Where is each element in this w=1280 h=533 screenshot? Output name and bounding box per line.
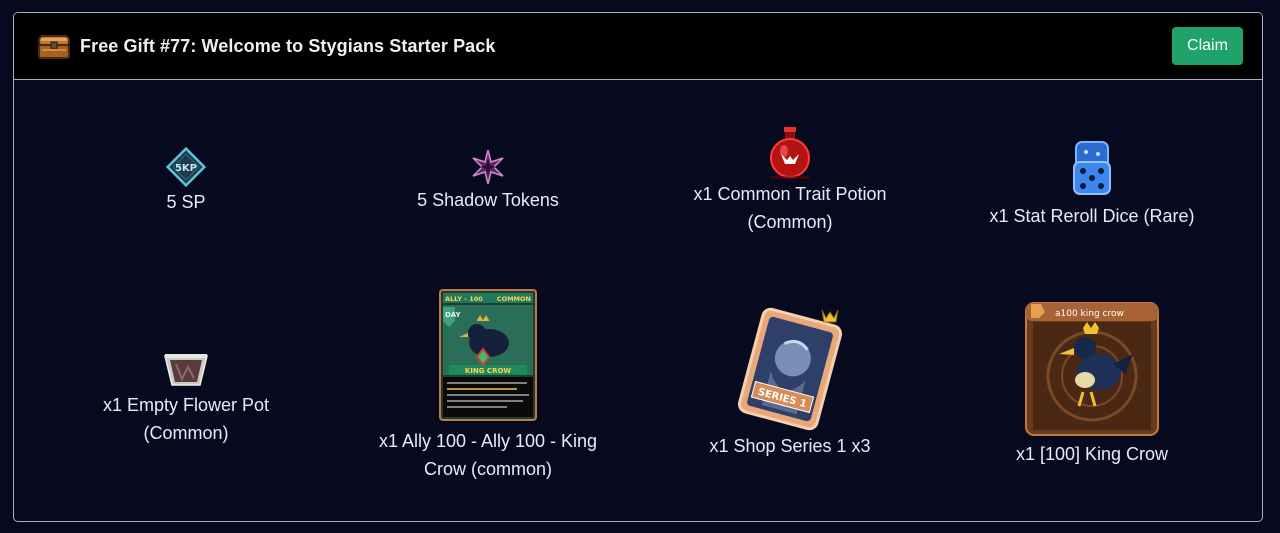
reward-item-reroll-dice: x1 Stat Reroll Dice (Rare) [942, 136, 1242, 230]
gift-header: Free Gift #77: Welcome to Stygians Start… [14, 13, 1262, 80]
reward-item-ally-card: ALLY - 100 COMMON DAY KING CROW x1 Ally … [338, 289, 638, 483]
reward-label: x1 Stat Reroll Dice (Rare) [989, 206, 1195, 226]
reward-item-sp: 5KP 5 SP [36, 146, 336, 216]
svg-text:5KP: 5KP [175, 163, 197, 174]
reward-label: x1 [100] King Crow [1015, 444, 1169, 464]
reward-item-trait-potion: x1 Common Trait Potion (Common) [640, 124, 940, 236]
shadow-token-star-icon [472, 149, 504, 185]
svg-text:ALLY - 100: ALLY - 100 [445, 295, 483, 303]
reward-grid: 5KP 5 SP 5 Shadow Tokens x1 Common Trait… [14, 80, 1262, 521]
flower-pot-icon [164, 354, 208, 386]
svg-text:a100 king crow: a100 king crow [1055, 309, 1124, 319]
reward-item-shop-series: SERIES 1 x1 Shop Series 1 x3 [640, 306, 940, 460]
reward-item-king-crow: a100 king crow x1 [100] King Crow [942, 302, 1242, 468]
reward-label: x1 Common Trait Potion (Common) [693, 184, 887, 232]
blue-dice-icon [1073, 141, 1111, 195]
red-potion-icon [770, 127, 810, 179]
gift-panel: Free Gift #77: Welcome to Stygians Start… [13, 12, 1263, 522]
reward-label: 5 SP [166, 192, 206, 212]
svg-text:KING CROW: KING CROW [465, 367, 512, 375]
svg-text:DAY: DAY [445, 311, 462, 319]
reward-label: x1 Empty Flower Pot (Common) [102, 395, 270, 443]
svg-text:COMMON: COMMON [497, 295, 531, 303]
series-card-icon: SERIES 1 [737, 307, 843, 431]
reward-label: x1 Ally 100 - Ally 100 - King Crow (comm… [378, 431, 598, 479]
sp-diamond-icon: 5KP [165, 146, 207, 188]
king-crow-portrait-icon: a100 king crow [1025, 302, 1159, 436]
reward-label: x1 Shop Series 1 x3 [709, 436, 871, 456]
claim-button[interactable]: Claim [1172, 27, 1243, 65]
reward-item-flower-pot: x1 Empty Flower Pot (Common) [36, 351, 336, 447]
reward-label: 5 Shadow Tokens [417, 190, 559, 210]
reward-item-shadow-tokens: 5 Shadow Tokens [338, 148, 638, 214]
gift-title: Free Gift #77: Welcome to Stygians Start… [80, 35, 496, 56]
treasure-chest-icon [38, 35, 70, 59]
ally-card-icon: ALLY - 100 COMMON DAY KING CROW [439, 289, 537, 421]
